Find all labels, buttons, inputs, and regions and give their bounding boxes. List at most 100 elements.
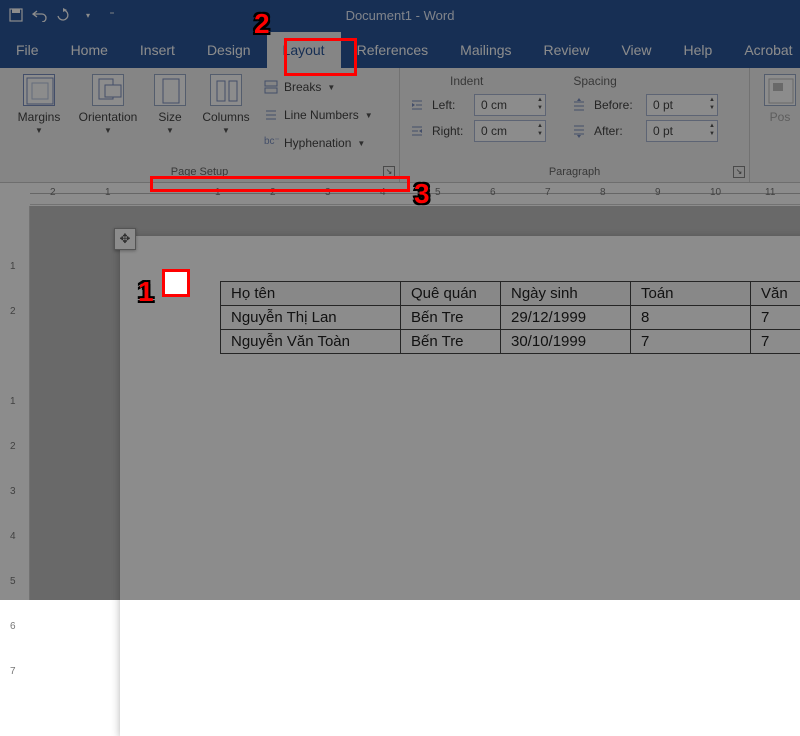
ribbon-tabs: FileHomeInsertDesignLayoutReferencesMail… bbox=[0, 30, 800, 68]
left-indent-label: Left: bbox=[432, 98, 466, 112]
chevron-down-icon: ▼ bbox=[35, 126, 43, 135]
table-cell[interactable]: 7 bbox=[751, 330, 800, 354]
tab-help[interactable]: Help bbox=[668, 32, 729, 68]
table-cell[interactable]: 30/10/1999 bbox=[501, 330, 631, 354]
before-spacing-input[interactable]: 0 pt ▲▼ bbox=[646, 94, 718, 116]
tab-acrobat[interactable]: Acrobat bbox=[728, 32, 800, 68]
tab-view[interactable]: View bbox=[605, 32, 667, 68]
ruler-tick: 7 bbox=[545, 187, 551, 198]
indent-right-icon bbox=[410, 124, 424, 138]
ruler-tick: 9 bbox=[655, 187, 661, 198]
save-icon[interactable] bbox=[8, 7, 24, 23]
page[interactable]: Họ tênQuê quánNgày sinhToánVăn Nguyễn Th… bbox=[120, 236, 800, 736]
window-title: Document1 - Word bbox=[120, 8, 680, 23]
titlebar: ▾ ⁼ Document1 - Word bbox=[0, 0, 800, 30]
breaks-button[interactable]: Breaks ▼ bbox=[260, 74, 377, 100]
after-spacing-label: After: bbox=[594, 124, 638, 138]
table-header-cell[interactable]: Họ tên bbox=[221, 282, 401, 306]
table-header-cell[interactable]: Ngày sinh bbox=[501, 282, 631, 306]
tab-references[interactable]: References bbox=[341, 32, 445, 68]
size-button[interactable]: Size ▼ bbox=[148, 72, 192, 156]
line-numbers-label: Line Numbers bbox=[284, 108, 359, 122]
spinner-arrows-icon[interactable]: ▲▼ bbox=[537, 96, 543, 112]
tab-insert[interactable]: Insert bbox=[124, 32, 191, 68]
group-paragraph: Indent Spacing Left: 0 cm▲▼ Before: 0 pt… bbox=[400, 68, 750, 182]
ruler-tick: 6 bbox=[490, 187, 496, 198]
spinner-arrows-icon[interactable]: ▲▼ bbox=[709, 96, 715, 112]
chevron-down-icon: ▼ bbox=[365, 111, 373, 120]
chevron-down-icon: ▼ bbox=[166, 126, 174, 135]
margins-label: Margins bbox=[18, 110, 61, 124]
tab-home[interactable]: Home bbox=[55, 32, 124, 68]
columns-label: Columns bbox=[202, 110, 249, 124]
table-cell[interactable]: 8 bbox=[631, 306, 751, 330]
ruler-tick: 2 bbox=[270, 187, 276, 198]
table-cell[interactable]: Bến Tre bbox=[401, 330, 501, 354]
position-button[interactable]: Pos bbox=[760, 72, 800, 124]
spinner-arrows-icon[interactable]: ▲▼ bbox=[537, 122, 543, 138]
table-row[interactable]: Nguyễn Thị LanBến Tre29/12/199987 bbox=[221, 306, 800, 330]
orientation-button[interactable]: Orientation ▼ bbox=[74, 72, 142, 156]
table-cell[interactable]: 7 bbox=[631, 330, 751, 354]
hyphenation-button[interactable]: bc⁻ Hyphenation ▼ bbox=[260, 130, 377, 156]
margins-icon bbox=[23, 74, 55, 106]
after-spacing-input[interactable]: 0 pt ▲▼ bbox=[646, 120, 718, 142]
ruler-tick: 2 bbox=[10, 306, 16, 317]
document-area[interactable]: Họ tênQuê quánNgày sinhToánVăn Nguyễn Th… bbox=[30, 206, 800, 600]
ruler-tick: 2 bbox=[50, 187, 56, 198]
tab-review[interactable]: Review bbox=[528, 32, 606, 68]
position-icon bbox=[764, 74, 796, 106]
qat-customize-icon[interactable]: ⁼ bbox=[104, 7, 120, 23]
horizontal-ruler[interactable]: 211234567891011 bbox=[30, 183, 800, 205]
quick-access-toolbar: ▾ ⁼ bbox=[0, 7, 120, 23]
before-spacing-label: Before: bbox=[594, 98, 638, 112]
vertical-ruler[interactable]: 121234567 bbox=[0, 206, 30, 600]
table-cell[interactable]: 29/12/1999 bbox=[501, 306, 631, 330]
line-numbers-button[interactable]: Line Numbers ▼ bbox=[260, 102, 377, 128]
tab-file[interactable]: File bbox=[0, 32, 55, 68]
tab-mailings[interactable]: Mailings bbox=[444, 32, 527, 68]
table-row[interactable]: Nguyễn Văn ToànBến Tre30/10/199977 bbox=[221, 330, 800, 354]
ruler-tick: 3 bbox=[325, 187, 331, 198]
after-spacing-value: 0 pt bbox=[653, 124, 673, 138]
ruler-tick: 3 bbox=[10, 486, 16, 497]
ruler-tick: 7 bbox=[10, 666, 16, 677]
chevron-down-icon: ▼ bbox=[104, 126, 112, 135]
ruler-tick: 1 bbox=[10, 261, 16, 272]
spinner-arrows-icon[interactable]: ▲▼ bbox=[709, 122, 715, 138]
chevron-down-icon: ▼ bbox=[327, 83, 335, 92]
undo-icon[interactable] bbox=[32, 7, 48, 23]
ruler-tick: 1 bbox=[10, 396, 16, 407]
hyphenation-label: Hyphenation bbox=[284, 136, 351, 150]
qat-dropdown-icon[interactable]: ▾ bbox=[80, 7, 96, 23]
hyphenation-icon: bc⁻ bbox=[264, 136, 278, 150]
table-cell[interactable]: Nguyễn Văn Toàn bbox=[221, 330, 401, 354]
table-header-cell[interactable]: Văn bbox=[751, 282, 800, 306]
table-header-cell[interactable]: Toán bbox=[631, 282, 751, 306]
breaks-icon bbox=[264, 80, 278, 94]
orientation-icon bbox=[92, 74, 124, 106]
columns-button[interactable]: Columns ▼ bbox=[198, 72, 254, 156]
chevron-down-icon: ▼ bbox=[222, 126, 230, 135]
page-setup-dialog-launcher[interactable]: ↘ bbox=[383, 166, 395, 178]
ruler-tick: 10 bbox=[710, 187, 721, 198]
tab-design[interactable]: Design bbox=[191, 32, 267, 68]
left-indent-input[interactable]: 0 cm▲▼ bbox=[474, 94, 546, 116]
margins-button[interactable]: Margins ▼ bbox=[10, 72, 68, 156]
table-cell[interactable]: Bến Tre bbox=[401, 306, 501, 330]
paragraph-dialog-launcher[interactable]: ↘ bbox=[733, 166, 745, 178]
group-label-page-setup: Page Setup bbox=[0, 166, 399, 178]
table-header-cell[interactable]: Quê quán bbox=[401, 282, 501, 306]
tab-layout[interactable]: Layout bbox=[267, 32, 341, 68]
document-table[interactable]: Họ tênQuê quánNgày sinhToánVăn Nguyễn Th… bbox=[220, 281, 800, 354]
ruler-tick: 1 bbox=[105, 187, 111, 198]
redo-icon[interactable] bbox=[56, 7, 72, 23]
indent-left-icon bbox=[410, 98, 424, 112]
table-move-handle-icon[interactable]: ✥ bbox=[114, 228, 136, 250]
table-cell[interactable]: Nguyễn Thị Lan bbox=[221, 306, 401, 330]
table-cell[interactable]: 7 bbox=[751, 306, 800, 330]
indent-header: Indent bbox=[450, 74, 483, 88]
group-arrange: Pos bbox=[750, 68, 800, 182]
before-spacing-value: 0 pt bbox=[653, 98, 673, 112]
right-indent-input[interactable]: 0 cm▲▼ bbox=[474, 120, 546, 142]
